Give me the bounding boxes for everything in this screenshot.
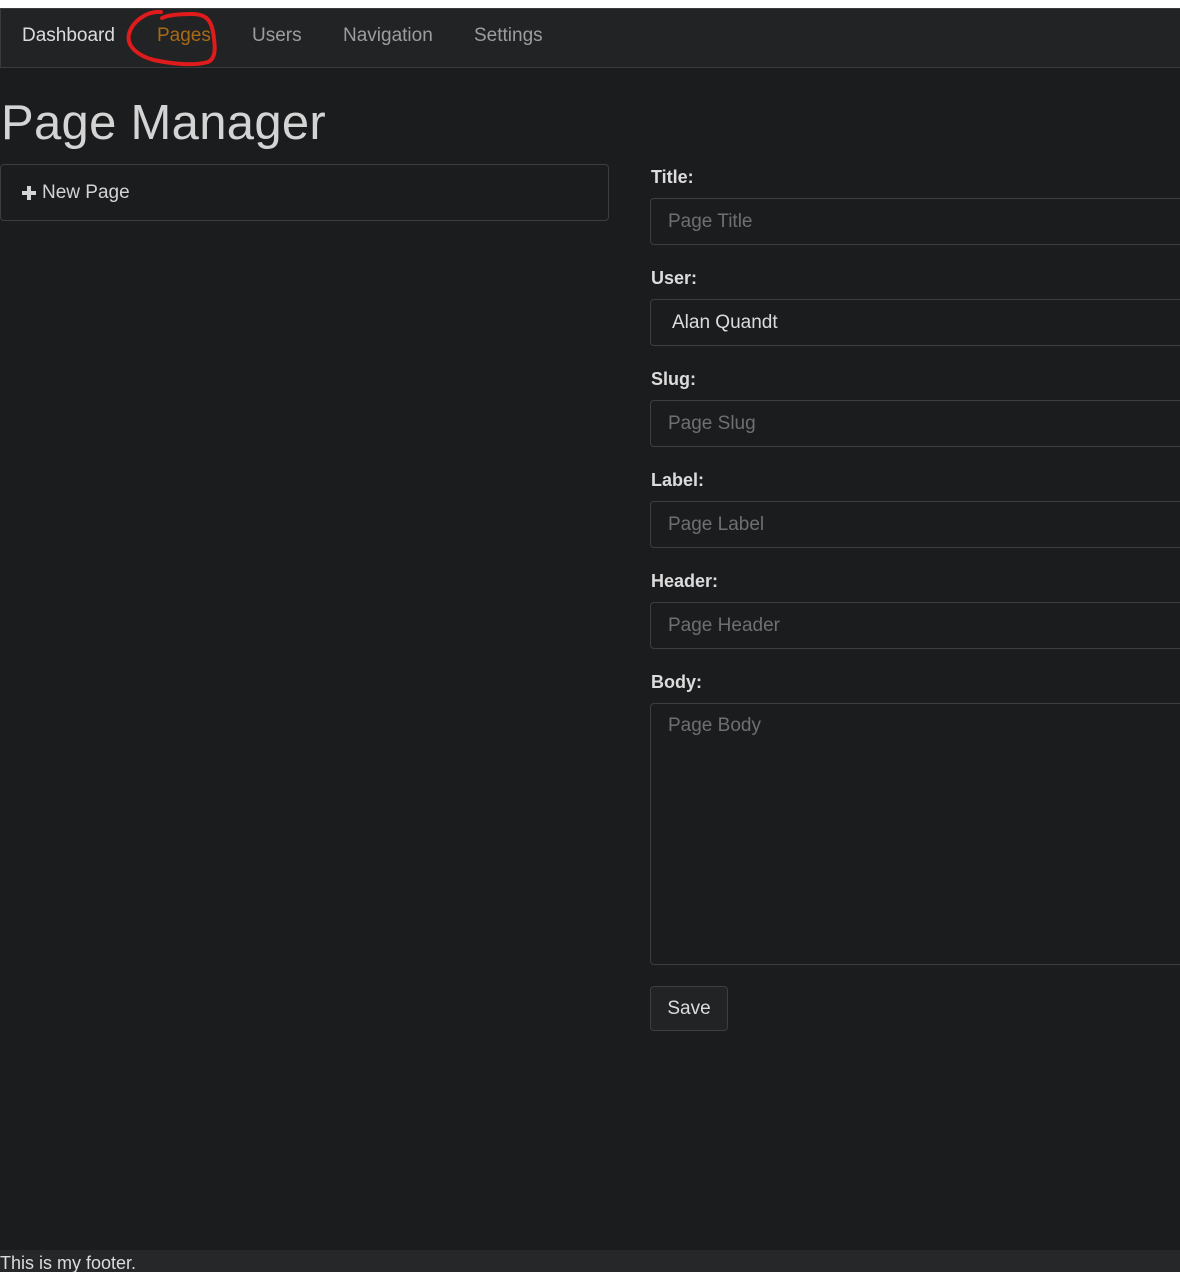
nav-item-users[interactable]: Users	[252, 9, 302, 67]
top-navbar: Dashboard Pages Users Navigation Setting…	[0, 8, 1180, 68]
nav-item-pages[interactable]: Pages	[157, 9, 211, 67]
slug-input[interactable]	[650, 400, 1180, 447]
new-page-label: New Page	[42, 181, 130, 203]
label-input[interactable]	[650, 501, 1180, 548]
plus-icon	[22, 185, 36, 200]
title-input[interactable]	[650, 198, 1180, 245]
header-input[interactable]	[650, 602, 1180, 649]
user-label: User:	[651, 268, 698, 288]
header-label: Header:	[651, 571, 719, 591]
body-label: Body:	[651, 672, 702, 692]
window-top-edge	[0, 0, 1180, 8]
save-button[interactable]: Save	[650, 986, 728, 1031]
slug-label: Slug:	[651, 369, 696, 389]
page-footer: This is my footer.	[0, 1250, 1180, 1272]
body-textarea[interactable]	[650, 703, 1180, 965]
nav-item-settings[interactable]: Settings	[474, 9, 543, 67]
nav-item-navigation[interactable]: Navigation	[343, 9, 433, 67]
user-select[interactable]: Alan Quandt	[650, 299, 1180, 346]
footer-text: This is my footer.	[0, 1253, 137, 1272]
navbar-brand-dashboard[interactable]: Dashboard	[22, 9, 115, 67]
page-title: Page Manager	[1, 96, 327, 150]
new-page-button[interactable]: New Page	[0, 164, 609, 221]
title-label: Title:	[651, 167, 694, 187]
label-label: Label:	[651, 470, 705, 490]
